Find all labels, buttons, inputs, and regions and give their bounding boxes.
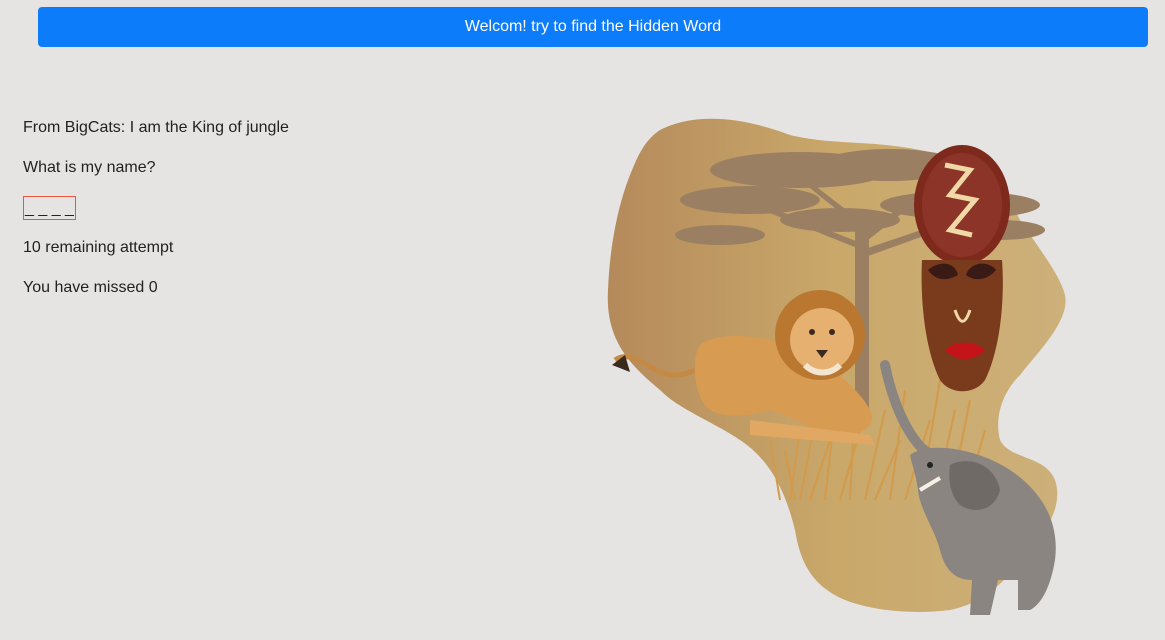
game-panel: From BigCats: I am the King of jungle Wh… (23, 118, 523, 318)
remaining-attempts: 10 remaining attempt (23, 239, 174, 256)
hint-text: From BigCats: I am the King of jungle (23, 119, 289, 136)
africa-illustration (607, 118, 1066, 615)
welcome-banner[interactable]: Welcom! try to find the Hidden Word (38, 7, 1148, 47)
hidden-word-box[interactable]: _ _ _ _ (23, 196, 76, 220)
missed-count: You have missed 0 (23, 279, 158, 296)
question-text: What is my name? (23, 159, 156, 176)
